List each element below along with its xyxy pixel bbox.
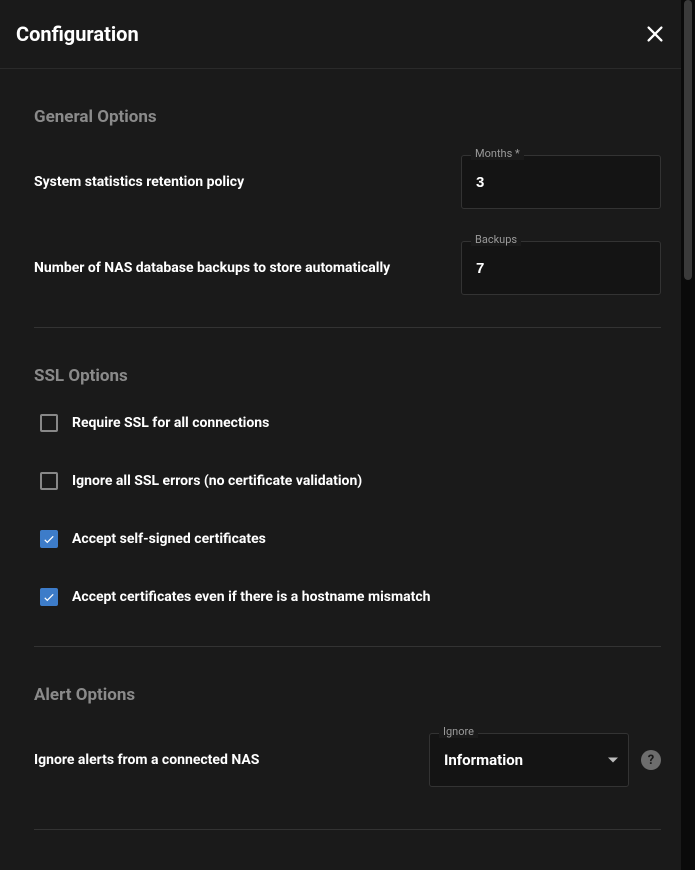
checkbox-require-ssl[interactable]: [40, 414, 58, 432]
check-icon: [42, 532, 56, 546]
row-backups: Number of NAS database backups to store …: [34, 241, 661, 295]
field-backups: Backups: [461, 241, 661, 295]
checkbox-row-self-signed: Accept self-signed certificates: [34, 530, 661, 548]
section-title-ssl: SSL Options: [34, 366, 661, 386]
dialog-header: Configuration: [0, 0, 695, 69]
checkbox-label-ignore-ssl-errors: Ignore all SSL errors (no certificate va…: [72, 473, 362, 489]
checkbox-label-require-ssl: Require SSL for all connections: [72, 415, 269, 431]
scrollbar-track[interactable]: [681, 0, 695, 870]
divider: [34, 829, 661, 830]
check-icon: [42, 590, 56, 604]
field-ignore: Ignore Information: [429, 733, 629, 787]
label-ignore-alerts: Ignore alerts from a connected NAS: [34, 752, 429, 768]
checkbox-row-hostname-mismatch: Accept certificates even if there is a h…: [34, 588, 661, 606]
row-retention-policy: System statistics retention policy Month…: [34, 155, 661, 209]
scrollbar-thumb[interactable]: [684, 0, 692, 280]
field-months: Months *: [461, 155, 661, 209]
section-title-alert: Alert Options: [34, 685, 661, 705]
checkbox-row-require-ssl: Require SSL for all connections: [34, 414, 661, 432]
help-icon[interactable]: ?: [641, 750, 661, 770]
field-label-backups: Backups: [471, 233, 521, 246]
checkbox-ignore-ssl-errors[interactable]: [40, 472, 58, 490]
label-backups: Number of NAS database backups to store …: [34, 260, 461, 276]
row-ignore-alerts: Ignore alerts from a connected NAS Ignor…: [34, 733, 661, 787]
divider: [34, 327, 661, 328]
dialog-title: Configuration: [16, 22, 139, 46]
checkbox-self-signed[interactable]: [40, 530, 58, 548]
select-ignore[interactable]: Information: [429, 733, 629, 787]
chevron-down-icon: [608, 758, 618, 763]
checkbox-row-ignore-ssl-errors: Ignore all SSL errors (no certificate va…: [34, 472, 661, 490]
section-title-general: General Options: [34, 107, 661, 127]
close-icon: [644, 23, 666, 45]
checkbox-hostname-mismatch[interactable]: [40, 588, 58, 606]
input-months[interactable]: [461, 155, 661, 209]
select-value-ignore: Information: [444, 751, 523, 769]
checkbox-label-self-signed: Accept self-signed certificates: [72, 531, 266, 547]
close-button[interactable]: [643, 22, 667, 46]
field-label-ignore: Ignore: [439, 725, 478, 738]
checkbox-label-hostname-mismatch: Accept certificates even if there is a h…: [72, 589, 430, 605]
divider: [34, 646, 661, 647]
field-label-months: Months *: [471, 147, 524, 160]
label-retention-policy: System statistics retention policy: [34, 174, 461, 190]
dialog-content: General Options System statistics retent…: [0, 107, 695, 830]
input-backups[interactable]: [461, 241, 661, 295]
